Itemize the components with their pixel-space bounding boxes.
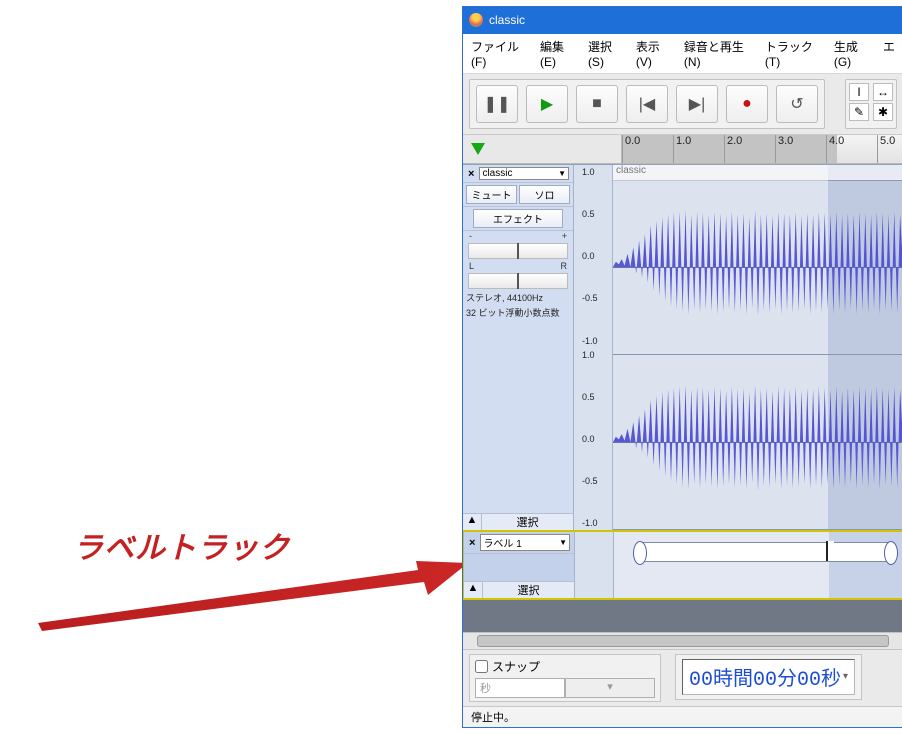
amp-tick: -0.5 xyxy=(582,293,610,303)
waveform-right xyxy=(613,376,902,508)
menu-select[interactable]: 選択(S) xyxy=(582,35,630,72)
annotation-label: ラベルトラック xyxy=(73,523,290,567)
gain-plus: + xyxy=(562,231,567,241)
tick: 4.0 xyxy=(826,135,877,163)
envelope-tool-icon[interactable]: ↔ xyxy=(873,83,893,101)
amp-tick: -1.0 xyxy=(582,518,610,528)
time-display-box: 00時間00分00秒 xyxy=(675,654,862,700)
label-track-select-button[interactable]: 選択 xyxy=(483,582,574,598)
menubar: ファイル(F) 編集(E) 選択(S) 表示(V) 録音と再生(N) トラック(… xyxy=(463,34,902,74)
label-track-close-button[interactable]: × xyxy=(466,537,478,549)
time-display[interactable]: 00時間00分00秒 xyxy=(682,659,855,695)
menu-more[interactable]: エ xyxy=(877,35,901,72)
waveform-left xyxy=(613,201,902,333)
mute-button[interactable]: ミュート xyxy=(466,185,517,204)
titlebar[interactable]: classic xyxy=(463,7,902,34)
menu-edit[interactable]: 編集(E) xyxy=(534,35,582,72)
label-region[interactable] xyxy=(639,542,892,562)
track-info-line1: ステレオ, 44100Hz xyxy=(463,291,573,306)
amp-tick: -1.0 xyxy=(582,336,610,346)
menu-tracks[interactable]: トラック(T) xyxy=(759,35,828,72)
label-track-controls: × ラベル 1 ▲ 選択 xyxy=(464,532,575,598)
app-window: classic ファイル(F) 編集(E) 選択(S) 表示(V) 録音と再生(… xyxy=(462,6,902,728)
gain-minus: - xyxy=(469,231,472,241)
snap-unit-select[interactable]: 秒 xyxy=(475,678,565,698)
track-collapse-icon[interactable]: ▲ xyxy=(463,514,482,530)
tick: 0.0 xyxy=(622,135,673,163)
stop-button[interactable]: ■ xyxy=(576,85,618,123)
pan-l: L xyxy=(469,261,474,271)
pause-button[interactable]: ❚❚ xyxy=(476,85,518,123)
audio-track: × classic ミュート ソロ エフェクト - + L R ステレオ, 4410… xyxy=(463,164,902,531)
amp-tick: 0.0 xyxy=(582,434,610,444)
status-text: 停止中。 xyxy=(471,709,515,725)
tick: 3.0 xyxy=(775,135,826,163)
tools-toolbar: I ↔ ✎ ✱ xyxy=(845,79,897,129)
label-text-caret[interactable] xyxy=(826,541,834,561)
waveform-area[interactable]: classic xyxy=(613,165,902,530)
menu-file[interactable]: ファイル(F) xyxy=(465,35,534,72)
track-name-dropdown[interactable]: classic xyxy=(479,167,569,180)
play-button[interactable]: ▶ xyxy=(526,85,568,123)
multi-tool-icon[interactable]: ✱ xyxy=(873,103,893,121)
amp-tick: 1.0 xyxy=(582,350,610,360)
loop-button[interactable]: ↺ xyxy=(776,85,818,123)
menu-generate[interactable]: 生成(G) xyxy=(828,35,877,72)
record-button[interactable]: ● xyxy=(726,85,768,123)
amp-tick: -0.5 xyxy=(582,476,610,486)
audio-track-controls: × classic ミュート ソロ エフェクト - + L R ステレオ, 4410… xyxy=(463,165,574,530)
pan-r: R xyxy=(561,261,568,271)
skip-start-button[interactable]: |◀ xyxy=(626,85,668,123)
amp-tick: 1.0 xyxy=(582,167,610,177)
menu-rec-play[interactable]: 録音と再生(N) xyxy=(678,35,759,72)
tick: 1.0 xyxy=(673,135,724,163)
snap-box: スナップ 秒 ▾ xyxy=(469,654,661,702)
tracks-area: × classic ミュート ソロ エフェクト - + L R ステレオ, 4410… xyxy=(463,164,902,632)
chevron-down-icon[interactable]: ▾ xyxy=(565,678,655,698)
horizontal-scrollbar[interactable] xyxy=(463,632,902,649)
amplitude-ruler: 1.0 0.5 0.0 -0.5 -1.0 1.0 0.5 0.0 -0.5 -… xyxy=(574,165,613,530)
bottom-panel: スナップ 秒 ▾ 00時間00分00秒 xyxy=(463,649,902,706)
track-select-button[interactable]: 選択 xyxy=(482,514,573,530)
label-track-name-dropdown[interactable]: ラベル 1 xyxy=(480,534,570,551)
timeline-ruler[interactable]: 0.0 1.0 2.0 3.0 4.0 5.0 6.0 xyxy=(622,135,902,163)
selection-tool-icon[interactable]: I xyxy=(849,83,869,101)
window-title: classic xyxy=(489,13,525,27)
label-pane[interactable] xyxy=(614,532,902,598)
statusbar: 停止中。 xyxy=(463,706,902,727)
menu-view[interactable]: 表示(V) xyxy=(630,35,678,72)
annotation-arrow xyxy=(38,555,468,635)
amp-tick: 0.5 xyxy=(582,209,610,219)
draw-tool-icon[interactable]: ✎ xyxy=(849,103,869,121)
skip-end-button[interactable]: ▶| xyxy=(676,85,718,123)
tick: 5.0 xyxy=(877,135,902,163)
solo-button[interactable]: ソロ xyxy=(519,185,570,204)
amp-tick: 0.0 xyxy=(582,251,610,261)
tick: 2.0 xyxy=(724,135,775,163)
transport-toolbar: ❚❚ ▶ ■ |◀ ▶| ● ↺ I ↔ ✎ ✱ xyxy=(463,74,902,135)
gain-slider[interactable] xyxy=(468,243,568,259)
snap-checkbox[interactable] xyxy=(475,660,488,673)
app-logo-icon xyxy=(469,13,483,27)
label-track-collapse-icon[interactable]: ▲ xyxy=(464,582,483,598)
amp-tick: 0.5 xyxy=(582,392,610,402)
label-track: × ラベル 1 ▲ 選択 xyxy=(463,531,902,599)
playhead-icon[interactable] xyxy=(471,143,485,155)
timeline[interactable]: 0.0 1.0 2.0 3.0 4.0 5.0 6.0 xyxy=(463,135,902,164)
track-info-line2: 32 ビット浮動小数点数 xyxy=(463,306,573,321)
effects-button[interactable]: エフェクト xyxy=(473,209,563,228)
pan-slider[interactable] xyxy=(468,273,568,289)
track-close-button[interactable]: × xyxy=(465,168,477,180)
snap-label: スナップ xyxy=(492,658,540,675)
